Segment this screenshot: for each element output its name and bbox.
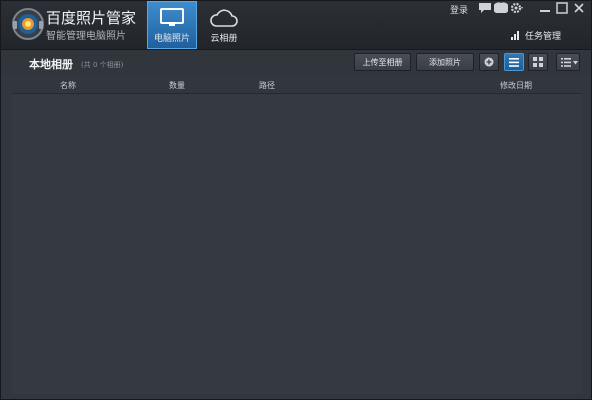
login-link[interactable]: 登录 — [450, 3, 468, 16]
upload-to-album-button[interactable]: 上传至相册 — [354, 53, 411, 71]
cloud-icon — [210, 9, 238, 27]
app-name: 百度照片管家 — [46, 9, 137, 27]
plus-circle-icon — [484, 57, 494, 67]
grid-view-button[interactable] — [528, 53, 548, 71]
column-name[interactable]: 名称 — [60, 80, 76, 91]
tab-computer-photos[interactable]: 电脑照片 — [147, 1, 197, 49]
toolbar: 本地相册 (共 0 个相册) 上传至相册 添加照片 — [1, 50, 591, 76]
tab-cloud-album[interactable]: 云相册 — [199, 1, 249, 49]
minimize-icon[interactable] — [538, 1, 552, 15]
chevron-down-icon — [573, 61, 578, 65]
column-path[interactable]: 路径 — [259, 80, 275, 91]
column-header: 名称 数量 路径 修改日期 — [12, 77, 582, 94]
app-window: 百度照片管家 智能管理电脑照片 电脑照片 云相册 登录 任务管理 本地相册 (共… — [0, 0, 592, 400]
list-menu-icon — [561, 58, 571, 67]
column-modified-date[interactable]: 修改日期 — [500, 80, 532, 91]
album-count: (共 0 个相册) — [81, 61, 124, 69]
title-bar: 百度照片管家 智能管理电脑照片 电脑照片 云相册 登录 任务管理 — [1, 1, 591, 50]
list-view-button[interactable] — [504, 53, 524, 71]
column-count[interactable]: 数量 — [169, 80, 185, 91]
app-subtitle: 智能管理电脑照片 — [46, 31, 126, 42]
close-icon[interactable] — [572, 1, 586, 15]
tab-computer-photos-label: 电脑照片 — [153, 34, 190, 44]
skin-icon[interactable] — [494, 2, 508, 14]
gear-icon[interactable] — [510, 2, 524, 14]
list-view-icon — [509, 58, 519, 67]
new-album-button[interactable] — [479, 53, 499, 71]
message-icon[interactable] — [478, 2, 492, 14]
sort-menu-button[interactable] — [556, 53, 580, 71]
album-list — [12, 94, 582, 394]
app-logo-icon — [12, 8, 44, 40]
monitor-icon — [160, 8, 184, 26]
add-photos-button[interactable]: 添加照片 — [416, 53, 474, 71]
task-manager-icon — [511, 31, 519, 40]
maximize-icon[interactable] — [555, 1, 569, 15]
task-manager-button[interactable]: 任务管理 — [525, 29, 561, 42]
page-title: 本地相册 — [29, 58, 73, 71]
grid-view-icon — [533, 57, 543, 67]
tab-cloud-album-label: 云相册 — [210, 34, 238, 44]
